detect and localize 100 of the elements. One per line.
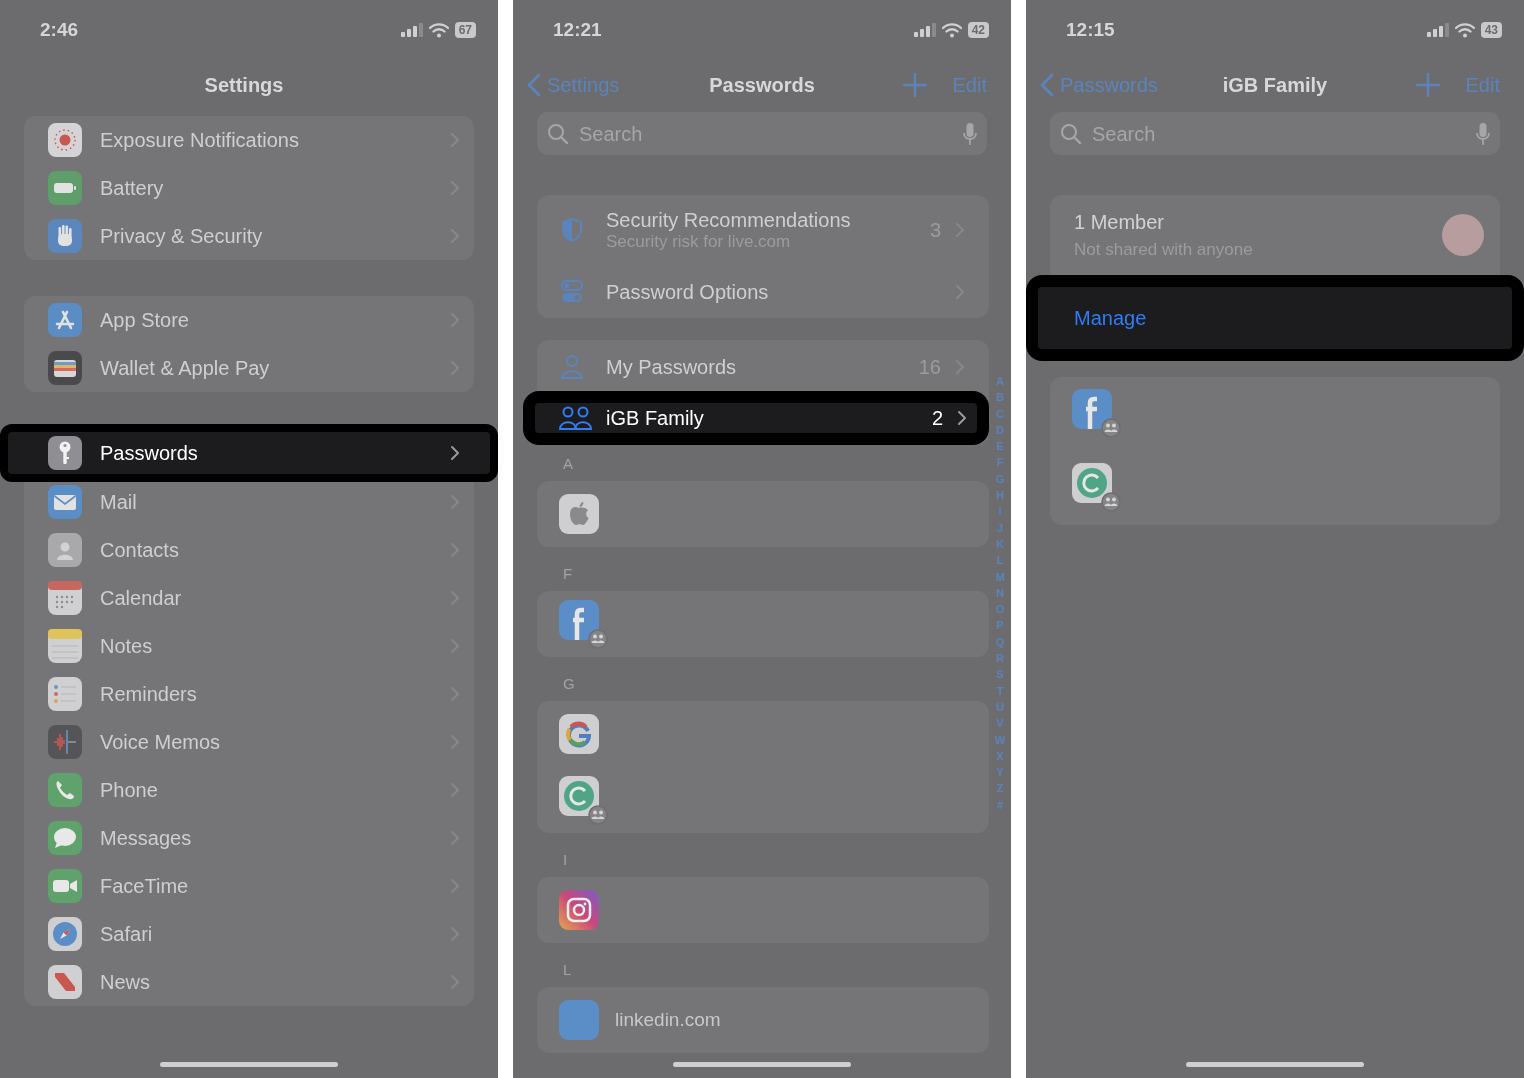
index-letter[interactable]: U — [996, 698, 1004, 716]
battery-level: 67 — [454, 22, 476, 38]
settings-row[interactable]: Wallet & Apple Pay — [24, 344, 474, 392]
member-count: 1 Member — [1074, 210, 1166, 235]
manage-button[interactable]: Manage — [1026, 274, 1524, 361]
index-letter[interactable]: A — [996, 373, 1004, 390]
checklist-icon — [48, 677, 82, 711]
index-letter[interactable]: X — [996, 747, 1004, 765]
chevron-right-icon — [450, 445, 460, 461]
settings-row[interactable]: Battery — [24, 164, 474, 212]
plus-icon[interactable] — [902, 73, 927, 97]
chevron-left-icon — [1040, 73, 1054, 97]
signal-icon — [1426, 23, 1449, 37]
index-letter[interactable]: S — [996, 666, 1004, 683]
wifi-icon — [1454, 22, 1475, 38]
password-row[interactable]: iGB Family 2 — [523, 391, 989, 445]
screen-title: Passwords — [709, 73, 815, 98]
settings-row[interactable]: FaceTime — [24, 862, 474, 910]
wallet-icon — [48, 351, 82, 385]
site-row[interactable]: linkedin.com — [537, 987, 989, 1053]
back-button[interactable]: Passwords — [1040, 70, 1158, 100]
settings-row[interactable]: App Store — [24, 296, 474, 344]
index-letter[interactable]: W — [994, 731, 1006, 748]
row-label: Mail — [100, 490, 138, 515]
battery-level: 43 — [1480, 22, 1502, 38]
index-letter[interactable]: Q — [995, 633, 1005, 651]
index-letter[interactable]: Z — [996, 780, 1004, 797]
compass-icon — [48, 917, 82, 951]
row-label: News — [100, 970, 151, 995]
index-letter[interactable]: D — [996, 421, 1004, 439]
site-row[interactable] — [537, 877, 989, 943]
site-row[interactable] — [537, 481, 989, 547]
index-letter[interactable]: K — [996, 535, 1004, 553]
screen-title: iGB Family — [1222, 73, 1328, 98]
index-letter[interactable]: R — [996, 650, 1004, 667]
row-label: FaceTime — [100, 874, 190, 899]
video-camera-icon — [48, 869, 82, 903]
settings-row[interactable]: Privacy & Security — [24, 212, 474, 260]
plus-icon[interactable] — [1415, 73, 1440, 97]
settings-row[interactable]: News — [24, 958, 474, 1006]
index-letter[interactable]: E — [996, 438, 1004, 455]
microphone-icon[interactable] — [1476, 121, 1490, 146]
settings-row[interactable]: Messages — [24, 814, 474, 862]
edit-button[interactable]: Edit — [1465, 70, 1500, 100]
row-label: Battery — [100, 176, 165, 201]
settings-row[interactable]: Notes — [24, 622, 474, 670]
row-label: Calendar — [100, 586, 183, 611]
edit-button[interactable]: Edit — [952, 70, 987, 100]
index-letter[interactable]: B — [996, 389, 1004, 406]
newspaper-icon — [48, 965, 82, 999]
f-logo-icon — [559, 599, 608, 649]
index-letter[interactable]: H — [996, 487, 1004, 504]
calendar-icon — [48, 581, 82, 615]
row-label: Privacy & Security — [100, 224, 264, 249]
settings-row[interactable]: Safari — [24, 910, 474, 958]
site-row[interactable] — [537, 701, 989, 767]
wifi-icon — [941, 22, 962, 38]
handset-icon — [48, 773, 82, 807]
row-label: Passwords — [100, 441, 199, 466]
row-label: Password Options — [606, 279, 770, 304]
site-row[interactable] — [537, 767, 989, 833]
index-letter[interactable]: I — [998, 503, 1002, 520]
row-label: Reminders — [100, 682, 198, 707]
row-label: App Store — [100, 308, 190, 333]
index-letter[interactable]: N — [996, 584, 1004, 602]
index-letter[interactable]: J — [996, 519, 1004, 536]
index-letter[interactable]: # — [996, 796, 1004, 813]
site-row[interactable] — [1050, 450, 1500, 525]
index-letter[interactable]: C — [996, 405, 1004, 422]
battery-icon — [48, 171, 82, 205]
index-letter[interactable]: O — [995, 601, 1005, 618]
index-letter[interactable]: G — [995, 470, 1005, 488]
settings-row[interactable]: Exposure Notifications — [24, 116, 474, 164]
microphone-icon[interactable] — [963, 121, 977, 146]
settings-row[interactable]: Contacts — [24, 526, 474, 574]
envelope-icon — [48, 485, 82, 519]
index-letter[interactable]: F — [996, 454, 1004, 471]
index-letter[interactable]: P — [996, 617, 1004, 634]
index-letter[interactable]: Y — [996, 764, 1004, 781]
settings-row[interactable]: Voice Memos — [24, 718, 474, 766]
site-row[interactable] — [537, 591, 989, 657]
settings-row[interactable]: Phone — [24, 766, 474, 814]
crossed-strokes-icon — [48, 303, 82, 337]
search-icon — [547, 122, 569, 145]
index-letter[interactable]: M — [995, 568, 1005, 585]
password-row[interactable]: Password Options — [537, 265, 989, 318]
index-letter[interactable]: L — [996, 552, 1004, 569]
f-logo-icon — [1072, 389, 1121, 438]
row-label: Messages — [100, 826, 193, 851]
wifi-icon — [428, 22, 449, 38]
row-label: My Passwords — [606, 354, 738, 379]
back-button[interactable]: Settings — [527, 70, 620, 100]
index-letter[interactable]: V — [996, 715, 1004, 732]
index-letter[interactable]: T — [996, 682, 1004, 699]
settings-row[interactable]: Reminders — [24, 670, 474, 718]
site-row[interactable] — [1050, 376, 1500, 451]
status-time: 2:46 — [40, 17, 79, 42]
settings-row[interactable]: Passwords — [0, 424, 498, 482]
c-circle-logo-icon — [1072, 463, 1121, 512]
settings-row[interactable]: Calendar — [24, 574, 474, 622]
